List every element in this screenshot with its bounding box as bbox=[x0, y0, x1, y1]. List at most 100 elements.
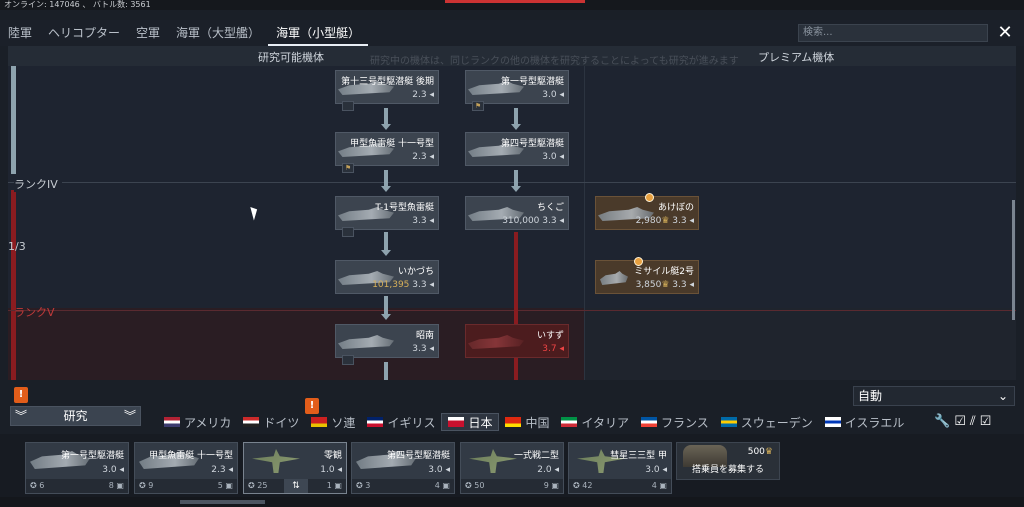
check-icon[interactable]: ☑ bbox=[954, 414, 966, 429]
vehicle-name: ちくご bbox=[536, 203, 564, 213]
slot-footer: ✪ 50 9 ▣ bbox=[461, 479, 563, 493]
connector-arrow bbox=[511, 124, 521, 130]
rank-iii-progress-bar bbox=[11, 66, 16, 174]
ship-icon bbox=[600, 271, 628, 285]
premium-vehicle-card[interactable]: あけぼの 2,980♛ 3.3 ◂ bbox=[595, 193, 699, 230]
bottom-scrollbar[interactable] bbox=[0, 497, 1024, 507]
plane-icon bbox=[469, 449, 517, 473]
chevron-double-down-icon: ︾ bbox=[123, 409, 136, 423]
vehicle-name: 昭南 bbox=[415, 331, 434, 341]
ammo-icon[interactable]: ⫽ bbox=[970, 414, 976, 429]
badge-icon bbox=[342, 101, 354, 111]
nation-tab[interactable]: 日本 bbox=[441, 413, 500, 431]
connector bbox=[514, 108, 518, 124]
slot-vehicle-name: 一式戦二型 bbox=[513, 451, 559, 461]
connector-arrow bbox=[381, 186, 391, 192]
flag-icon bbox=[505, 417, 522, 427]
vehicle-card[interactable]: 第一号型駆潜艇 3.0 ◂ ⚑ bbox=[465, 70, 569, 111]
slot-vehicle-name: 甲型魚雷艇 十一号型 bbox=[149, 451, 233, 461]
crew-slot[interactable]: 一式戦二型 2.0 ◂ ✪ 50 9 ▣ bbox=[460, 442, 564, 494]
connector bbox=[384, 108, 388, 124]
scrollbar-thumb[interactable] bbox=[180, 500, 265, 504]
flag-icon bbox=[243, 417, 260, 427]
vehicle-card[interactable]: 第十三号型駆潜艇 後期 2.3 ◂ bbox=[335, 70, 439, 111]
vehicle-card[interactable]: T-1号型魚雷艇 3.3 ◂ bbox=[335, 196, 439, 237]
connector-arrow bbox=[381, 124, 391, 130]
ship-icon bbox=[468, 335, 524, 349]
top-red-marker bbox=[445, 0, 585, 3]
slot-vehicle-name: 零観 bbox=[323, 451, 342, 461]
crew-slot[interactable]: 彗星三三型 甲 3.0 ◂ ✪ 42 4 ▣ bbox=[568, 442, 672, 494]
crew-level: ✪ 3 bbox=[356, 481, 371, 490]
slot-footer: ✪ 42 4 ▣ bbox=[569, 479, 671, 493]
crew-level: ✪ 6 bbox=[30, 481, 45, 490]
vehicle-card-locked[interactable]: いすず 3.7 ◂ bbox=[465, 324, 569, 358]
flag-icon bbox=[311, 417, 328, 427]
connector bbox=[384, 362, 388, 380]
research-button[interactable]: ︾ 研究 ︾ bbox=[10, 406, 141, 426]
close-icon[interactable]: ✕ bbox=[994, 22, 1016, 44]
nation-tab[interactable]: イスラエル bbox=[819, 413, 911, 431]
nation-tab[interactable]: イギリス bbox=[361, 413, 441, 431]
premium-header: プレミアム機体 bbox=[758, 51, 835, 64]
slot-count: 8 ▣ bbox=[108, 481, 124, 490]
vehicle-br: 101,395 3.3 ◂ bbox=[372, 280, 434, 290]
recruit-crew-button[interactable]: 500♛ 搭乗員を募集する bbox=[676, 442, 780, 480]
tab-ground[interactable]: 陸軍 bbox=[0, 20, 40, 46]
nation-tab[interactable]: ドイツ bbox=[237, 413, 305, 431]
vehicle-br: 3.3 ◂ bbox=[412, 216, 434, 226]
nation-tab[interactable]: ソ連 bbox=[305, 413, 361, 431]
research-header: 研究可能機体 bbox=[258, 51, 324, 64]
vehicle-name: いかづち bbox=[397, 267, 434, 277]
tab-coastal[interactable]: 海軍（小型艇） bbox=[268, 20, 369, 46]
slot-vehicle-name: 第一号型駆潜艇 bbox=[60, 451, 124, 461]
vehicle-card[interactable]: 昭南 3.3 ◂ bbox=[335, 324, 439, 365]
vehicle-card[interactable]: 第四号型駆潜艇 3.0 ◂ bbox=[465, 132, 569, 166]
auto-select-dropdown[interactable]: 自動 ⌄ bbox=[853, 386, 1015, 406]
check-icon[interactable]: ☑ bbox=[980, 414, 992, 429]
chevron-double-down-icon: ︾ bbox=[15, 409, 28, 423]
flag-icon bbox=[720, 417, 737, 427]
tab-helicopter[interactable]: ヘリコプター bbox=[40, 20, 128, 46]
crew-slot[interactable]: 第一号型駆潜艇 3.0 ◂ ✪ 6 8 ▣ bbox=[25, 442, 129, 494]
nation-tab[interactable]: スウェーデン bbox=[715, 413, 819, 431]
vehicle-br: 3.0 ◂ bbox=[542, 152, 564, 162]
slot-br: 3.0 ◂ bbox=[428, 465, 450, 475]
flag-icon bbox=[367, 417, 384, 427]
crew-slot[interactable]: 第四号型駆潜艇 3.0 ◂ ✪ 3 4 ▣ bbox=[351, 442, 455, 494]
research-button-label: 研究 bbox=[63, 409, 88, 423]
wrench-icon[interactable]: 🔧 bbox=[934, 414, 950, 429]
vehicle-br: 2.3 ◂ bbox=[412, 90, 434, 100]
search-input[interactable]: 検索... bbox=[798, 24, 988, 42]
vehicle-br: 2.3 ◂ bbox=[412, 152, 434, 162]
premium-icon bbox=[645, 193, 654, 202]
vehicle-card[interactable]: いかづち 101,395 3.3 ◂ bbox=[335, 260, 439, 294]
tab-air[interactable]: 空軍 bbox=[128, 20, 168, 46]
research-tree[interactable]: ランクIV 1/3 ランクV 第十三号型駆潜艇 後期 2.3 ◂ 甲型魚雷艇 十… bbox=[8, 66, 1016, 380]
nation-label: スウェーデン bbox=[740, 415, 813, 430]
tab-bluewater[interactable]: 海軍（大型艦） bbox=[168, 20, 268, 46]
nation-tab[interactable]: イタリア bbox=[555, 413, 635, 431]
slot-br: 3.0 ◂ bbox=[645, 465, 667, 475]
slot-footer: ✪ 9 5 ▣ bbox=[135, 479, 237, 493]
nation-tab[interactable]: アメリカ bbox=[158, 413, 237, 431]
vehicle-card[interactable]: ちくご 310,000 3.3 ◂ bbox=[465, 196, 569, 230]
rank-iv-line bbox=[8, 182, 1016, 183]
flag-icon bbox=[561, 417, 578, 427]
crew-slot[interactable]: 甲型魚雷艇 十一号型 2.3 ◂ ✪ 9 5 ▣ bbox=[134, 442, 238, 494]
swap-icon[interactable]: ⇅ bbox=[284, 479, 308, 493]
nation-tab[interactable]: 中国 bbox=[499, 413, 555, 431]
vehicle-card[interactable]: 甲型魚雷艇 十一号型 2.3 ◂ ⚑ bbox=[335, 132, 439, 173]
flag-icon bbox=[448, 417, 465, 427]
slot-count: 1 ▣ bbox=[326, 481, 342, 490]
crew-slot[interactable]: 零観 1.0 ◂ ✪ 25 1 ▣ ⇅ bbox=[243, 442, 347, 494]
connector bbox=[384, 170, 388, 186]
vehicle-name: 第十三号型駆潜艇 後期 bbox=[341, 77, 434, 87]
nation-tab[interactable]: フランス bbox=[635, 413, 715, 431]
flag-icon bbox=[641, 417, 658, 427]
nation-label: フランス bbox=[661, 415, 709, 430]
flag-icon bbox=[164, 417, 180, 427]
tree-scrollbar[interactable] bbox=[1012, 200, 1015, 320]
premium-vehicle-card[interactable]: ミサイル艇2号 3,850♛ 3.3 ◂ bbox=[595, 257, 699, 294]
crew-level: ✪ 50 bbox=[465, 481, 485, 490]
